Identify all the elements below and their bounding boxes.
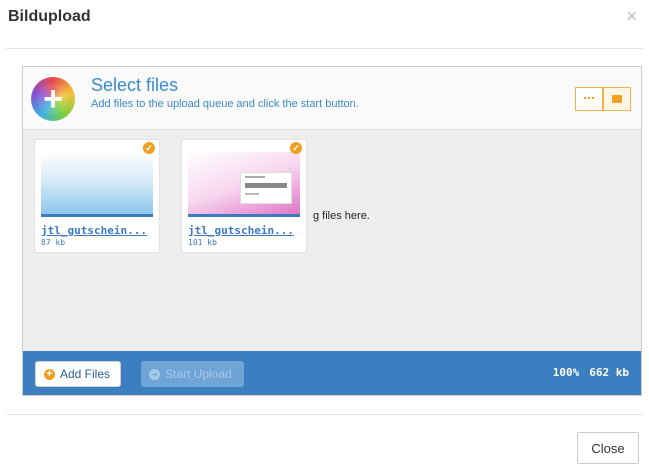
dialog-title: Bildupload [8, 8, 91, 25]
footer-divider [6, 414, 643, 415]
file-thumbnail [41, 152, 153, 217]
add-files-label: Add Files [60, 367, 111, 381]
file-card[interactable]: ✓ jtl_gutschein... 101 kb [181, 139, 307, 253]
close-icon[interactable]: × [626, 6, 637, 27]
add-files-button[interactable]: + Add Files [35, 361, 122, 387]
uploader-subtitle: Add files to the upload queue and click … [91, 98, 359, 110]
drop-hint-text: g files here. [313, 210, 370, 222]
check-icon: ✓ [290, 142, 302, 154]
close-button[interactable]: Close [577, 432, 639, 464]
thumbnail-view-button[interactable] [603, 87, 631, 111]
uploader-footer: + Add Files ➜ Start Upload 100% 662 kb [23, 351, 641, 395]
thumbnail-preview-ui [240, 172, 292, 204]
file-thumbnail [188, 152, 300, 217]
file-card[interactable]: ✓ jtl_gutschein... 87 kb [34, 139, 160, 253]
plupload-widget: + Select files Add files to the upload q… [22, 66, 642, 396]
upload-progress: 100% 662 kb [553, 366, 629, 379]
total-size: 662 kb [589, 366, 629, 379]
plus-icon: + [43, 80, 63, 118]
arrow-circle-icon: ➜ [149, 368, 160, 380]
file-name: jtl_gutschein... [188, 224, 294, 237]
uploader-title: Select files [91, 75, 179, 95]
list-icon [584, 97, 594, 101]
image-icon [612, 95, 622, 103]
uploader-header: + Select files Add files to the upload q… [23, 67, 641, 130]
header-divider [6, 48, 643, 49]
file-size: 101 kb [188, 238, 217, 247]
progress-percent: 100% [552, 366, 580, 379]
plupload-logo-icon: + [31, 77, 75, 121]
file-drop-area[interactable]: g files here. ✓ jtl_gutschein... 87 kb ✓… [23, 129, 641, 351]
start-upload-button[interactable]: ➜ Start Upload [141, 361, 244, 387]
start-upload-label: Start Upload [165, 367, 232, 381]
check-icon: ✓ [143, 142, 155, 154]
list-view-button[interactable] [575, 87, 603, 111]
file-name: jtl_gutschein... [41, 224, 147, 237]
file-size: 87 kb [41, 238, 66, 247]
view-toggle [575, 87, 631, 111]
plus-circle-icon: + [44, 368, 55, 380]
